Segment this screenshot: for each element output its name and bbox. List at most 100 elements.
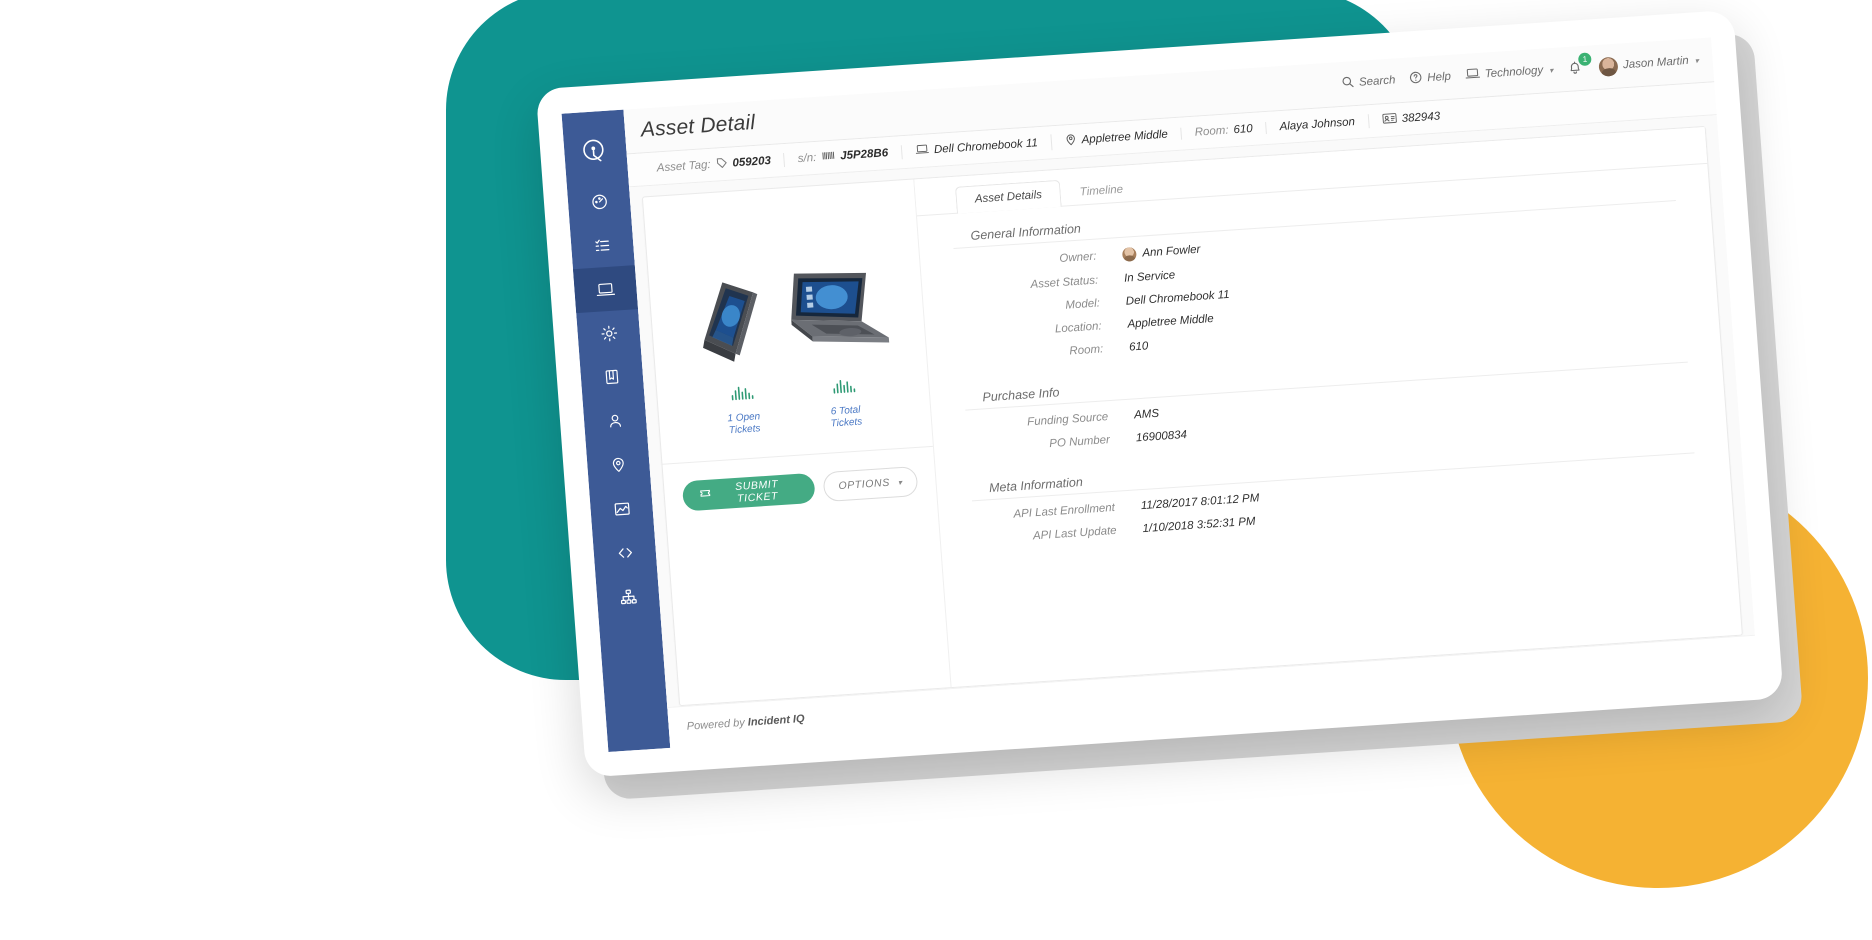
field-value: 16900834 (1135, 429, 1187, 444)
sidebar-item-locations[interactable] (586, 441, 651, 489)
field-label: Room: (1069, 343, 1104, 358)
tab-timeline[interactable]: Timeline (1060, 174, 1143, 206)
search-label: Search (1358, 74, 1396, 89)
breadcrumb-item-6[interactable]: 382943 (1367, 108, 1454, 129)
ticket-stat-0[interactable]: 1 Open Tickets (709, 381, 777, 438)
search-icon (1341, 75, 1355, 92)
scope-label: Technology (1484, 64, 1544, 81)
chromebook-open-illustration (790, 272, 889, 343)
page-title: Asset Detail (640, 110, 756, 142)
field-label: Model: (1064, 297, 1101, 312)
breadcrumb-value: Alaya Johnson (1279, 116, 1356, 134)
asset-actions: SUBMIT TICKET OPTIONS ▾ (681, 465, 919, 512)
sidebar-item-analytics[interactable] (589, 485, 654, 533)
breadcrumb-label: Room: (1194, 124, 1229, 139)
help-label: Help (1426, 70, 1452, 85)
sidebar-item-users[interactable] (583, 397, 648, 445)
bar-chart-icon (709, 381, 775, 410)
field-value-text: 11/28/2017 8:01:12 PM (1140, 492, 1260, 513)
sidebar-item-assets[interactable] (572, 265, 639, 314)
search-button[interactable]: Search (1341, 72, 1396, 92)
field-label: PO Number (1048, 434, 1111, 451)
field-value: 11/28/2017 8:01:12 PM (1140, 492, 1259, 512)
field-value-text: In Service (1123, 269, 1176, 285)
breadcrumb-value: J5P28B6 (839, 147, 889, 163)
field-label: Location: (1054, 320, 1103, 336)
breadcrumb-value: Appletree Middle (1081, 128, 1169, 147)
tag-icon (715, 156, 728, 172)
ticket-icon (699, 488, 711, 503)
field-value-text: Ann Fowler (1141, 243, 1201, 260)
chromebook-tent-illustration (702, 282, 757, 362)
user-icon (606, 411, 625, 430)
breadcrumb-value: 382943 (1401, 110, 1441, 126)
field-value: Appletree Middle (1127, 313, 1214, 331)
user-name-label: Jason Martin (1622, 54, 1690, 72)
sidebar-item-integrations[interactable] (592, 528, 657, 576)
submit-ticket-button[interactable]: SUBMIT TICKET (681, 472, 816, 512)
sidebar-item-tickets[interactable] (570, 221, 635, 269)
field-value: Ann Fowler (1121, 243, 1201, 262)
breadcrumb-item-1[interactable]: s/n: J5P28B6 (783, 145, 902, 168)
map-pin-icon (609, 455, 628, 474)
options-button[interactable]: OPTIONS ▾ (822, 465, 919, 503)
breadcrumb-item-2[interactable]: Dell Chromebook 11 (900, 135, 1052, 160)
field-value-text: 610 (1128, 340, 1149, 354)
sidebar-item-settings[interactable] (576, 309, 641, 357)
page-stage: Asset Detail Search Help Technology ▾ 1 … (0, 0, 1872, 940)
breadcrumb-value: 610 (1233, 122, 1254, 137)
breadcrumb-item-5[interactable]: Alaya Johnson (1265, 115, 1369, 135)
breadcrumb-item-0[interactable]: Asset Tag: 059203 (643, 153, 784, 177)
code-brackets-icon (615, 543, 635, 561)
content-region: 1 Open Tickets 6 Total Tickets SUBMIT TI… (629, 115, 1755, 707)
scope-selector[interactable]: Technology ▾ (1464, 62, 1553, 84)
sidebar-item-knowledge-base[interactable] (579, 353, 644, 401)
field-label: API Last Enrollment (1013, 501, 1116, 521)
question-circle-icon (1409, 71, 1423, 88)
field-value: In Service (1124, 269, 1176, 284)
book-icon (602, 367, 621, 386)
chevron-down-icon: ▾ (897, 477, 903, 487)
field-value-text: Dell Chromebook 11 (1125, 288, 1231, 308)
field-value: 610 (1129, 340, 1149, 353)
field-label: API Last Update (1032, 524, 1118, 543)
field-value-text: 1/10/2018 3:52:31 PM (1142, 515, 1256, 536)
tablet-device: Asset Detail Search Help Technology ▾ 1 … (535, 9, 1805, 801)
options-label: OPTIONS (838, 476, 891, 493)
notifications-button[interactable]: 1 (1566, 52, 1592, 78)
id-card-icon (1381, 112, 1397, 127)
help-button[interactable]: Help (1409, 69, 1452, 88)
asset-product-image (664, 225, 908, 372)
chart-area-icon (611, 498, 631, 518)
user-menu[interactable]: Jason Martin ▾ (1598, 51, 1699, 77)
laptop-icon (915, 143, 930, 158)
powered-by-prefix: Powered by (686, 716, 749, 733)
laptop-icon (1464, 67, 1480, 84)
main-area: Asset Detail Search Help Technology ▾ 1 … (623, 37, 1758, 748)
breadcrumb-value: 059203 (732, 154, 772, 170)
powered-by-text: Powered by Incident IQ (686, 713, 805, 733)
submit-ticket-label: SUBMIT TICKET (734, 478, 779, 505)
ticket-stat-1[interactable]: 6 Total Tickets (811, 375, 879, 432)
incident-iq-logo-icon[interactable] (562, 122, 628, 182)
asset-details-panel: Asset Details Timeline General Informatio… (914, 126, 1742, 687)
task-list-icon (592, 235, 612, 255)
avatar (1598, 56, 1619, 77)
divider (662, 445, 933, 465)
sidebar-item-organization[interactable] (596, 572, 661, 620)
asset-summary-panel: 1 Open Tickets 6 Total Tickets SUBMIT TI… (642, 179, 952, 706)
gear-icon (599, 323, 619, 343)
field-value: Dell Chromebook 11 (1125, 289, 1230, 308)
notification-count-badge: 1 (1577, 52, 1592, 67)
breadcrumb-item-3[interactable]: Appletree Middle (1050, 125, 1182, 151)
barcode-icon (821, 150, 836, 165)
field-label: Owner: (1059, 250, 1097, 266)
asset-detail-card: 1 Open Tickets 6 Total Tickets SUBMIT TI… (641, 125, 1743, 707)
sidebar-item-dashboard[interactable] (567, 177, 632, 225)
field-value: AMS (1134, 408, 1160, 422)
breadcrumb-label: Asset Tag: (656, 158, 712, 175)
breadcrumb-value: Dell Chromebook 11 (933, 137, 1039, 157)
field-value-text: Appletree Middle (1127, 312, 1215, 331)
breadcrumb-item-4[interactable]: Room: 610 (1180, 122, 1267, 140)
map-pin-icon (1064, 133, 1077, 150)
